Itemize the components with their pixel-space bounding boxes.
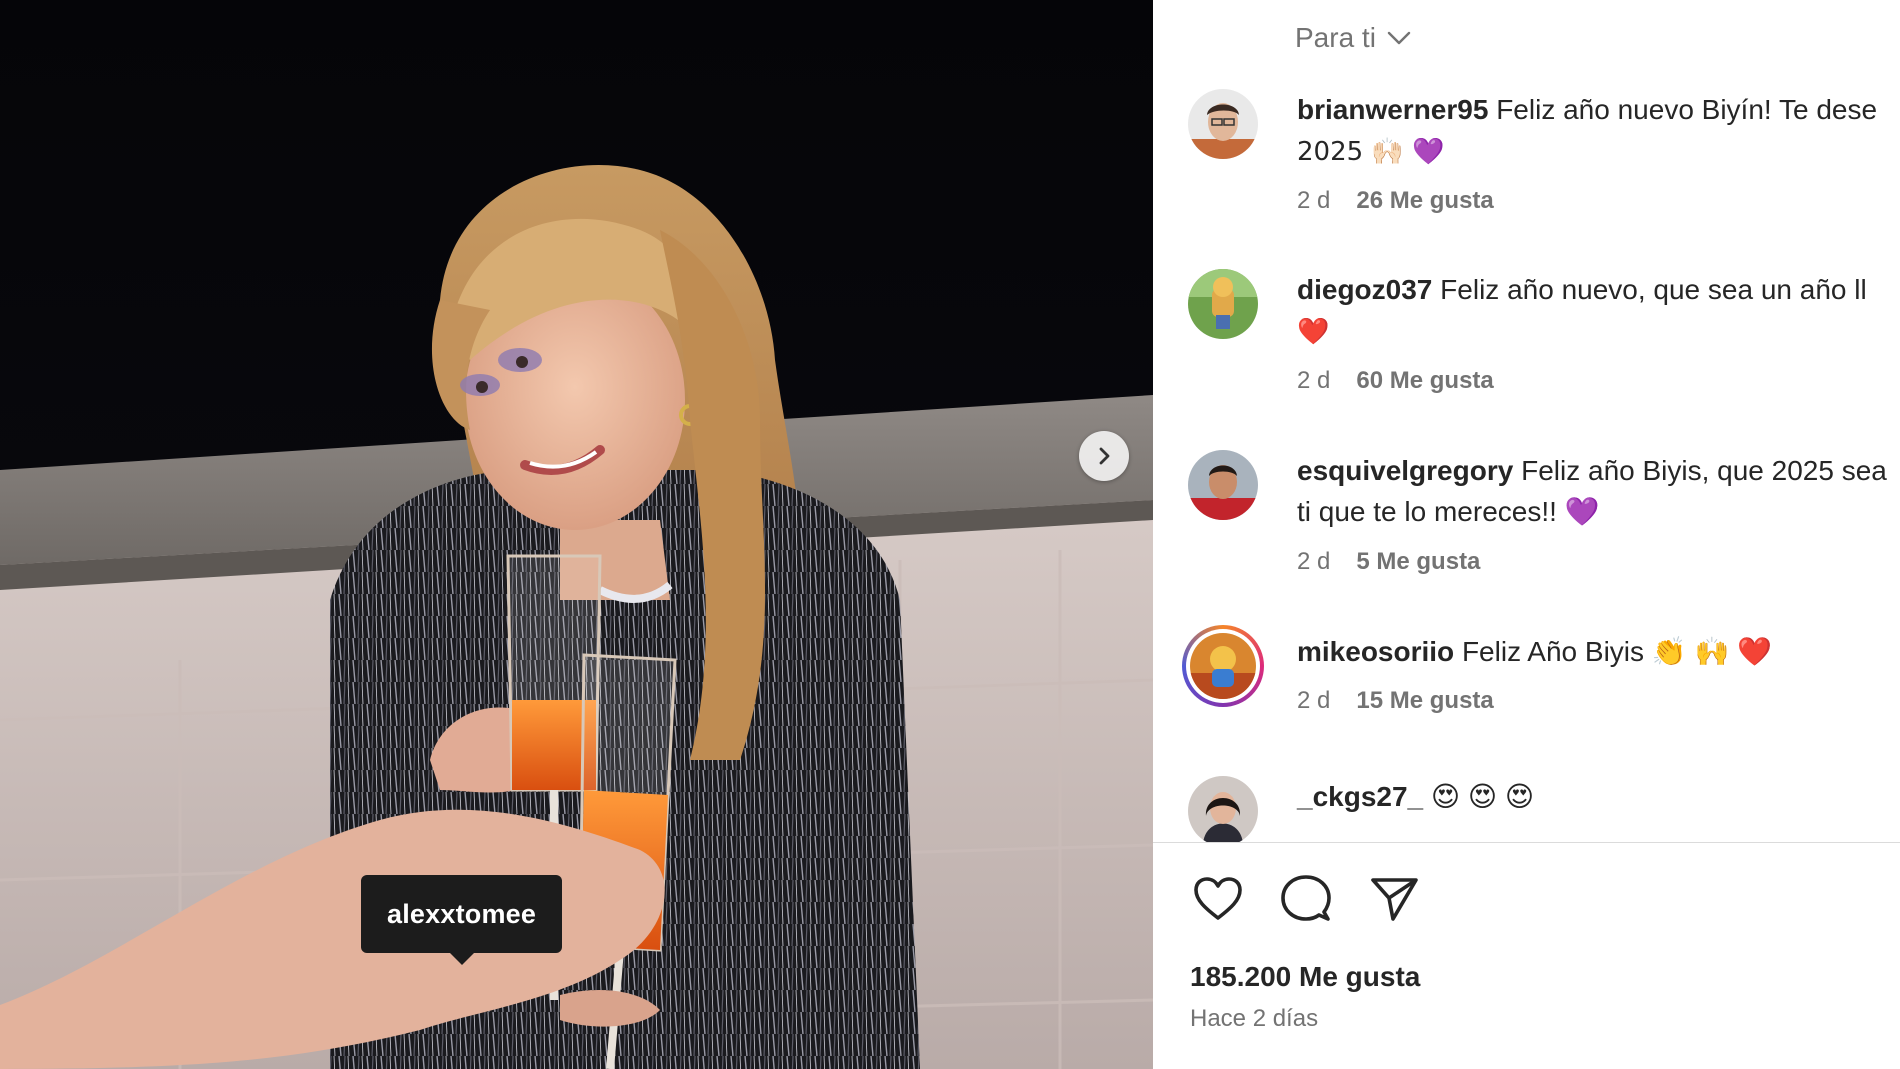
- comment-filter-dropdown[interactable]: Para ti: [1295, 22, 1412, 54]
- divider: [1153, 842, 1900, 843]
- avatar[interactable]: [1188, 776, 1258, 842]
- comment-text-line2: ti que te lo mereces!! 💜: [1297, 496, 1600, 527]
- likes-count[interactable]: 185.200 Me gusta: [1190, 961, 1420, 993]
- comment-username[interactable]: brianwerner95: [1297, 94, 1488, 125]
- avatar[interactable]: [1188, 89, 1258, 159]
- comments-panel: Para ti brianwerner95 Feliz año nuevo Bi: [1153, 0, 1900, 1069]
- post-image: [0, 0, 1153, 1069]
- comment-age: 2 d: [1297, 187, 1331, 214]
- comment-age: 2 d: [1297, 367, 1331, 394]
- comment-age: 2 d: [1297, 687, 1331, 714]
- like-button[interactable]: [1191, 872, 1245, 926]
- send-icon: [1371, 878, 1418, 921]
- post-photo[interactable]: alexxtomee: [0, 0, 1153, 1069]
- comment-text: Feliz año nuevo Biyín! Te dese: [1496, 94, 1878, 125]
- comment-text: Feliz año nuevo, que sea un año ll: [1440, 274, 1867, 305]
- comment-username[interactable]: esquivelgregory: [1297, 455, 1513, 486]
- comment-likes[interactable]: 15 Me gusta: [1356, 687, 1493, 715]
- share-button[interactable]: [1367, 872, 1421, 926]
- avatar[interactable]: [1188, 269, 1258, 339]
- next-photo-button[interactable]: [1079, 431, 1129, 481]
- comment-button[interactable]: [1279, 872, 1333, 926]
- avatar: [1190, 633, 1256, 699]
- chevron-right-icon: [1099, 447, 1110, 465]
- chevron-down-icon: [1387, 31, 1411, 45]
- comment-text: Feliz Año Biyis 👏 🙌 ❤️: [1461, 636, 1772, 667]
- avatar[interactable]: [1188, 450, 1258, 520]
- post-actions: [1191, 872, 1421, 926]
- comment-text: 😍 😍 😍: [1430, 781, 1535, 812]
- comment-username[interactable]: diegoz037: [1297, 274, 1432, 305]
- comment-text-line2: 2025 🙌🏻 💜: [1297, 137, 1445, 167]
- heart-icon: [1194, 877, 1242, 920]
- user-tag[interactable]: alexxtomee: [361, 875, 563, 965]
- avatar-story-ring[interactable]: [1182, 625, 1264, 707]
- comment-text-line2: ❤️: [1297, 317, 1330, 347]
- comments-list[interactable]: Para ti brianwerner95 Feliz año nuevo Bi: [1153, 0, 1900, 842]
- comment-likes[interactable]: 60 Me gusta: [1356, 367, 1493, 395]
- post-timestamp: Hace 2 días: [1190, 1005, 1319, 1032]
- comment-likes[interactable]: 26 Me gusta: [1356, 187, 1493, 215]
- comment-age: 2 d: [1297, 548, 1331, 575]
- comment-text: Feliz año Biyis, que 2025 sea: [1521, 455, 1887, 486]
- filter-label: Para ti: [1295, 22, 1376, 53]
- comment-icon: [1281, 875, 1331, 921]
- comment-username[interactable]: _ckgs27_: [1297, 781, 1423, 812]
- comment-username[interactable]: mikeosoriio: [1297, 636, 1454, 667]
- comment-likes[interactable]: 5 Me gusta: [1356, 548, 1480, 576]
